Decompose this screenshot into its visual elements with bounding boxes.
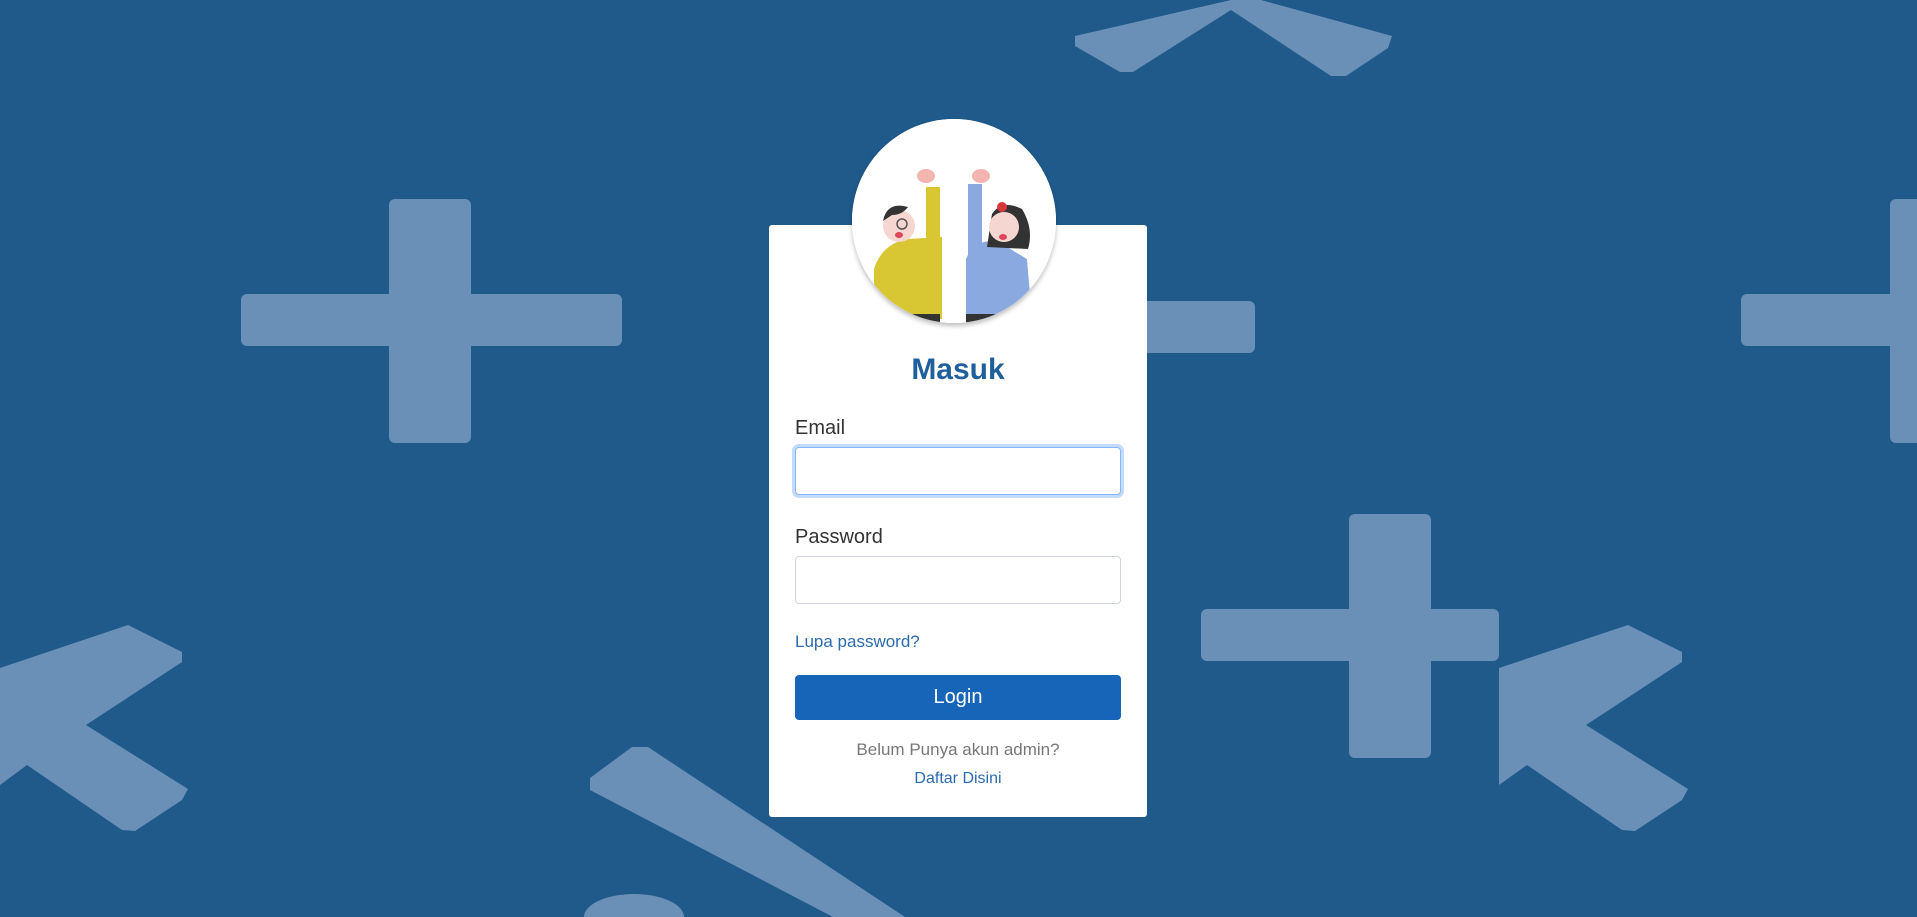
bg-chevron-shape — [0, 625, 188, 831]
email-label: Email — [795, 417, 846, 439]
page-title: Masuk — [911, 353, 1005, 386]
forgot-password-link[interactable]: Lupa password? — [795, 630, 920, 654]
password-label: Password — [795, 526, 883, 548]
email-field[interactable] — [795, 447, 1121, 495]
bg-plus-shape — [1201, 609, 1499, 661]
password-field[interactable] — [795, 556, 1121, 604]
register-link[interactable]: Daftar Disini — [769, 768, 1147, 790]
two-people-cheering-illustration — [852, 119, 1056, 323]
login-button[interactable]: Login — [795, 675, 1121, 720]
avatar — [852, 119, 1056, 323]
bg-chevron-shape — [1499, 625, 1688, 831]
bg-plus-shape — [241, 294, 622, 346]
bg-chevron-shape — [1075, 0, 1392, 76]
no-account-text: Belum Punya akun admin? — [856, 740, 1060, 759]
bg-circle-shape — [584, 894, 684, 917]
bg-plus-shape — [1741, 294, 1917, 346]
